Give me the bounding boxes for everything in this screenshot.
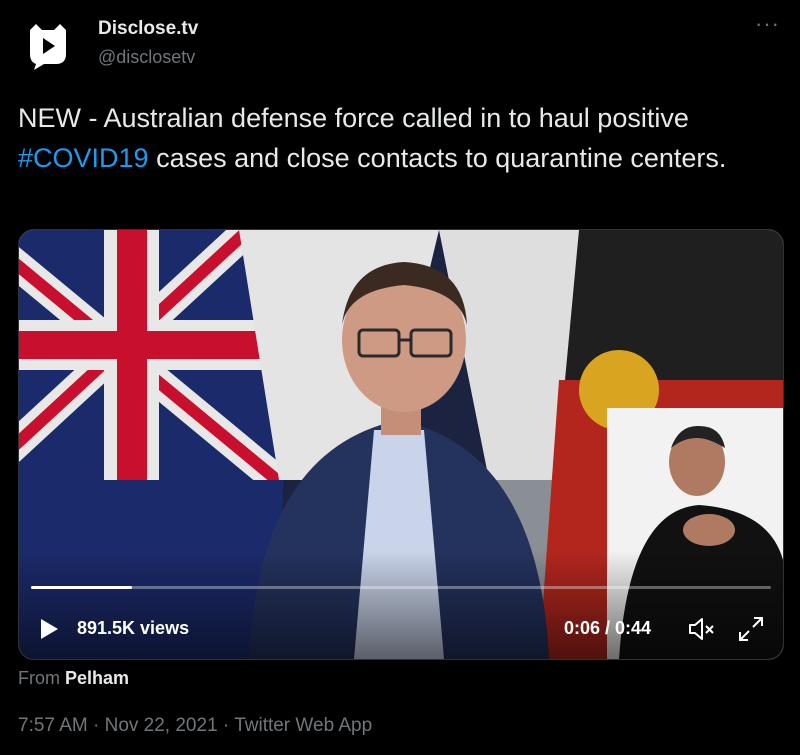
tweet-date[interactable]: Nov 22, 2021: [105, 715, 218, 736]
more-icon[interactable]: ···: [755, 13, 780, 35]
fullscreen-icon[interactable]: [737, 615, 765, 643]
attribution-source-link[interactable]: Pelham: [65, 668, 129, 688]
view-count: 891.5K views: [77, 618, 190, 638]
avatar[interactable]: [18, 16, 78, 76]
meta-separator: ·: [222, 715, 230, 736]
tweet-text-end: cases and close contacts to quarantine c…: [148, 143, 727, 173]
hashtag-link[interactable]: #COVID19: [18, 143, 149, 173]
video-player[interactable]: 891.5K views 0:06 / 0:44: [18, 229, 784, 660]
tweet-meta: 7:57 AM · Nov 22, 2021 · Twitter Web App: [18, 715, 372, 737]
tweet-text-start: NEW - Australian defense force called in…: [18, 103, 689, 133]
tweet-time[interactable]: 7:57 AM: [18, 715, 88, 736]
tweet-source-app[interactable]: Twitter Web App: [234, 715, 372, 736]
disclose-logo-icon: [30, 24, 66, 70]
video-time: 0:06 / 0:44: [564, 618, 652, 638]
video-attribution: From Pelham: [18, 668, 129, 689]
tweet: Disclose.tv @disclosetv ··· NEW - Austra…: [0, 0, 800, 755]
video-frame: [19, 230, 783, 659]
video-progress-bar[interactable]: [31, 586, 771, 589]
author-name[interactable]: Disclose.tv: [98, 18, 198, 40]
author-handle[interactable]: @disclosetv: [98, 47, 195, 68]
tweet-text: NEW - Australian defense force called in…: [18, 98, 758, 178]
video-progress-fill: [31, 586, 132, 589]
volume-muted-icon[interactable]: [687, 615, 717, 643]
meta-separator: ·: [93, 715, 100, 736]
play-icon[interactable]: [37, 617, 61, 641]
attribution-prefix: From: [18, 668, 60, 688]
